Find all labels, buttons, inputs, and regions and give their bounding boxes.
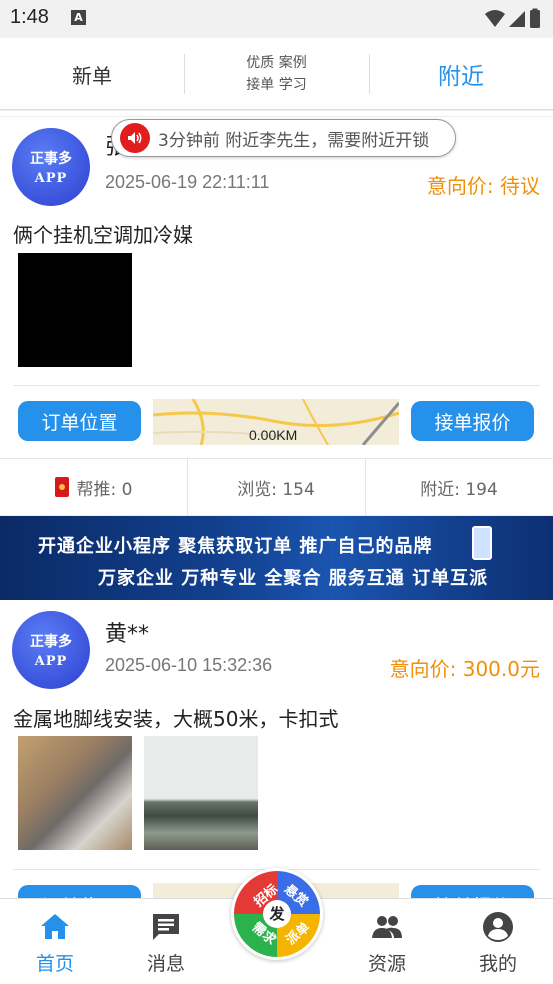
cellular-signal-icon [509, 11, 525, 27]
map-distance: 0.00KM [249, 427, 298, 443]
avatar: 正事多 APP [12, 611, 90, 689]
order-photo[interactable] [144, 736, 258, 850]
system-status-icons [485, 8, 540, 28]
wifi-icon [485, 10, 505, 27]
views-stat: 浏览: 154 [237, 479, 315, 500]
order-photo[interactable] [18, 253, 132, 367]
profile-icon [483, 912, 513, 942]
tab-cases-learning[interactable]: 优质 案例 接单 学习 [184, 38, 369, 110]
nav-resources[interactable]: 资源 [332, 899, 442, 984]
avatar-brand: 正事多 [30, 151, 72, 167]
people-icon [372, 916, 402, 938]
nav-resources-label: 资源 [367, 953, 406, 975]
order-location-button[interactable]: 订单位置 [18, 401, 141, 441]
nearby-order-toast[interactable]: 3分钟前 附近李先生，需要附近开锁 [111, 119, 456, 157]
avatar-brand: 正事多 [30, 634, 72, 650]
banner-line2: 万家企业 万种专业 全聚合 服务互通 订单互派 [98, 568, 489, 589]
notification-a-icon: A [71, 10, 86, 25]
publish-fab[interactable]: 招标 悬赏 派单 需求 发 [231, 868, 323, 960]
banner-line1: 开通企业小程序 聚焦获取订单 推广自己的品牌 [38, 536, 433, 557]
home-icon [41, 914, 69, 939]
help-push-count: 帮推: 0 [76, 479, 133, 500]
tab-new-orders[interactable]: 新单 [0, 38, 184, 110]
status-time: 1:48 [10, 6, 49, 28]
order-description: 金属地脚线安装，大概50米，卡扣式 [13, 707, 339, 731]
toast-text: 3分钟前 附近李先生，需要附近开锁 [158, 130, 430, 151]
tab-new-label: 新单 [72, 63, 112, 88]
tab-nearby[interactable]: 附近 [369, 38, 553, 110]
order-date: 2025-06-10 15:32:36 [105, 655, 273, 675]
divider [13, 385, 540, 386]
speaker-icon [120, 123, 150, 153]
message-icon [153, 914, 179, 940]
avatar: 正事多 APP [12, 128, 90, 206]
quote-order-button[interactable]: 接单报价 [411, 885, 534, 898]
order-feed[interactable]: 正事多 APP 张 2025-06-19 22:11:11 意向价: 待议 俩个… [0, 111, 553, 898]
nav-home[interactable]: 首页 [0, 899, 110, 984]
order-price: 意向价: 300.0元 [389, 657, 540, 681]
nav-messages[interactable]: 消息 [111, 899, 221, 984]
order-date: 2025-06-19 22:11:11 [105, 172, 270, 192]
nav-mine[interactable]: 我的 [443, 899, 553, 984]
top-tabs: 新单 优质 案例 接单 学习 附近 [0, 38, 553, 110]
red-packet-icon [54, 477, 69, 497]
nav-home-label: 首页 [35, 953, 74, 975]
nav-mine-label: 我的 [478, 953, 517, 975]
promo-banner[interactable]: 开通企业小程序 聚焦获取订单 推广自己的品牌 万家企业 万种专业 全聚合 服务互… [0, 516, 553, 600]
quote-order-button[interactable]: 接单报价 [411, 401, 534, 441]
tab-mid-line2: 接单 学习 [246, 77, 307, 93]
order-stats: 帮推: 0 浏览: 154 附近: 194 [0, 458, 553, 515]
order-map[interactable]: 0.00KM [153, 399, 399, 445]
card-top-edge [0, 111, 553, 117]
tab-nearby-label: 附近 [438, 64, 484, 90]
order-description: 俩个挂机空调加冷媒 [13, 223, 193, 247]
help-push-stat[interactable]: 帮推: 0 [0, 459, 187, 515]
avatar-app: APP [34, 171, 68, 186]
nav-messages-label: 消息 [146, 953, 185, 975]
order-card[interactable]: 正事多 APP 黄** 2025-06-10 15:32:36 意向价: 300… [0, 600, 553, 898]
tab-mid-line1: 优质 案例 [246, 55, 307, 71]
battery-icon [530, 10, 540, 28]
customer-name: 黄** [105, 622, 150, 647]
phone-icon [472, 526, 492, 560]
fab-center-publish[interactable]: 发 [263, 900, 291, 928]
nearby-stat: 附近: 194 [420, 479, 498, 500]
avatar-app: APP [34, 654, 68, 669]
order-card[interactable]: 正事多 APP 张 2025-06-19 22:11:11 意向价: 待议 俩个… [0, 111, 553, 515]
status-bar: 1:48 A [0, 0, 553, 38]
order-location-button[interactable]: 订单位置 [18, 885, 141, 898]
order-price: 意向价: 待议 [426, 174, 540, 198]
order-photo[interactable] [18, 736, 132, 850]
